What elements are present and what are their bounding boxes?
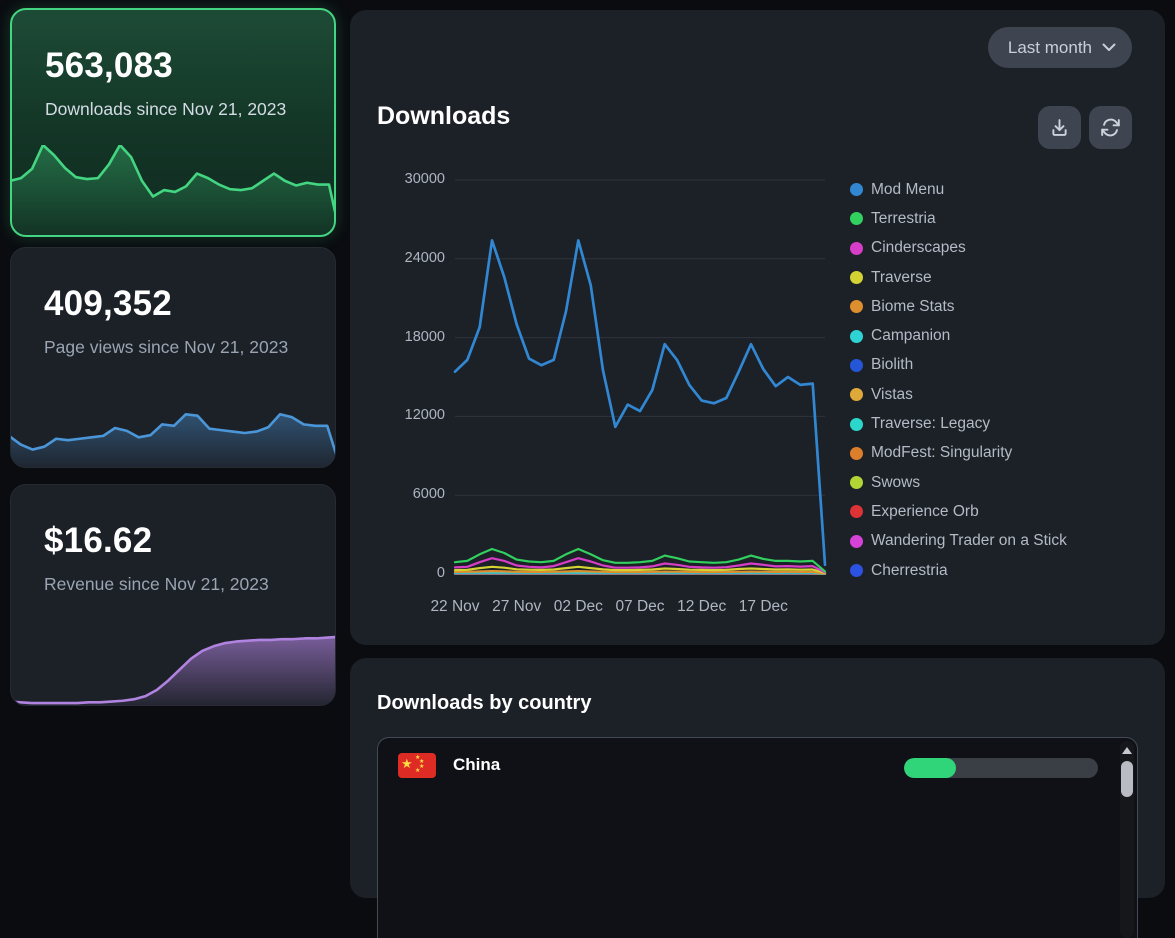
y-axis-tick: 6000 — [379, 486, 445, 502]
legend-label: Terrestria — [871, 210, 936, 228]
legend-dot-icon — [850, 447, 863, 460]
y-axis-tick: 24000 — [379, 250, 445, 266]
legend-dot-icon — [850, 242, 863, 255]
country-name: China — [453, 755, 500, 775]
legend-item[interactable]: Terrestria — [850, 204, 1067, 233]
downloads-panel: Last month Downloads 3000024000180001200… — [350, 10, 1165, 645]
legend-label: Biolith — [871, 356, 913, 374]
legend-label: Vistas — [871, 386, 913, 404]
stat-card-revenue[interactable]: $16.62 Revenue since Nov 21, 2023 — [10, 484, 336, 706]
legend-item[interactable]: Vistas — [850, 380, 1067, 409]
legend-dot-icon — [850, 300, 863, 313]
downloads-sparkline — [10, 145, 336, 237]
scrollbar[interactable] — [1120, 741, 1134, 938]
legend-label: Wandering Trader on a Stick — [871, 532, 1067, 550]
chart-title: Downloads — [377, 102, 510, 131]
stat-card-page-views[interactable]: 409,352 Page views since Nov 21, 2023 — [10, 247, 336, 468]
revenue-total-label: Revenue since Nov 21, 2023 — [44, 573, 294, 597]
legend-label: Campanion — [871, 327, 950, 345]
legend-label: Cinderscapes — [871, 239, 966, 257]
legend-item[interactable]: Traverse — [850, 263, 1067, 292]
downloads-total: 563,083 — [45, 46, 173, 86]
y-axis-tick: 0 — [379, 565, 445, 581]
country-table: ★★★★★ China — [377, 737, 1138, 938]
legend-item[interactable]: Campanion — [850, 321, 1067, 350]
legend-item[interactable]: Wandering Trader on a Stick — [850, 527, 1067, 556]
legend-item[interactable]: Cherrestria — [850, 556, 1067, 585]
x-axis-tick: 17 Dec — [723, 598, 803, 616]
legend-item[interactable]: Swows — [850, 468, 1067, 497]
download-icon — [1049, 117, 1070, 138]
china-flag-icon: ★★★★★ — [398, 753, 436, 778]
page-views-total: 409,352 — [44, 284, 172, 324]
downloads-total-label: Downloads since Nov 21, 2023 — [45, 98, 295, 122]
time-range-label: Last month — [1008, 38, 1092, 58]
y-axis-tick: 18000 — [379, 329, 445, 345]
legend-dot-icon — [850, 212, 863, 225]
scroll-up-arrow-icon[interactable] — [1122, 747, 1132, 754]
y-axis-tick: 12000 — [379, 407, 445, 423]
revenue-total: $16.62 — [44, 521, 152, 561]
legend-dot-icon — [850, 564, 863, 577]
legend-dot-icon — [850, 476, 863, 489]
legend-dot-icon — [850, 418, 863, 431]
chevron-down-icon — [1102, 43, 1116, 52]
scrollbar-thumb[interactable] — [1121, 761, 1133, 797]
country-panel-title: Downloads by country — [377, 692, 591, 715]
legend-label: Mod Menu — [871, 181, 944, 199]
legend-dot-icon — [850, 388, 863, 401]
refresh-icon — [1100, 117, 1121, 138]
country-progress-bar — [904, 758, 1098, 778]
downloads-chart[interactable]: 300002400018000120006000022 Nov27 Nov02 … — [455, 170, 825, 590]
legend-dot-icon — [850, 359, 863, 372]
legend-item[interactable]: Mod Menu — [850, 175, 1067, 204]
page-views-sparkline — [10, 397, 336, 468]
legend-label: Traverse: Legacy — [871, 415, 990, 433]
legend-item[interactable]: Experience Orb — [850, 497, 1067, 526]
legend-label: Swows — [871, 474, 920, 492]
chart-legend: Mod Menu Terrestria Cinderscapes Traverse Bi… — [850, 175, 1067, 585]
legend-item[interactable]: Traverse: Legacy — [850, 409, 1067, 438]
chart-plot-area[interactable] — [455, 170, 825, 590]
legend-dot-icon — [850, 505, 863, 518]
legend-item[interactable]: ModFest: Singularity — [850, 439, 1067, 468]
legend-label: Cherrestria — [871, 562, 948, 580]
legend-item[interactable]: Cinderscapes — [850, 234, 1067, 263]
legend-dot-icon — [850, 271, 863, 284]
legend-item[interactable]: Biolith — [850, 351, 1067, 380]
downloads-by-country-panel: Downloads by country ★★★★★ China — [350, 658, 1165, 898]
legend-label: Experience Orb — [871, 503, 979, 521]
revenue-sparkline — [10, 629, 336, 706]
legend-label: Traverse — [871, 269, 932, 287]
refresh-button[interactable] — [1089, 106, 1132, 149]
stat-card-downloads[interactable]: 563,083 Downloads since Nov 21, 2023 — [10, 8, 336, 237]
legend-item[interactable]: Biome Stats — [850, 292, 1067, 321]
time-range-dropdown[interactable]: Last month — [988, 27, 1132, 68]
page-views-total-label: Page views since Nov 21, 2023 — [44, 336, 294, 360]
y-axis-tick: 30000 — [379, 171, 445, 187]
legend-dot-icon — [850, 330, 863, 343]
country-row-china: ★★★★★ China — [378, 738, 1115, 794]
legend-dot-icon — [850, 535, 863, 548]
export-csv-button[interactable] — [1038, 106, 1081, 149]
legend-label: Biome Stats — [871, 298, 955, 316]
legend-dot-icon — [850, 183, 863, 196]
legend-label: ModFest: Singularity — [871, 444, 1012, 462]
